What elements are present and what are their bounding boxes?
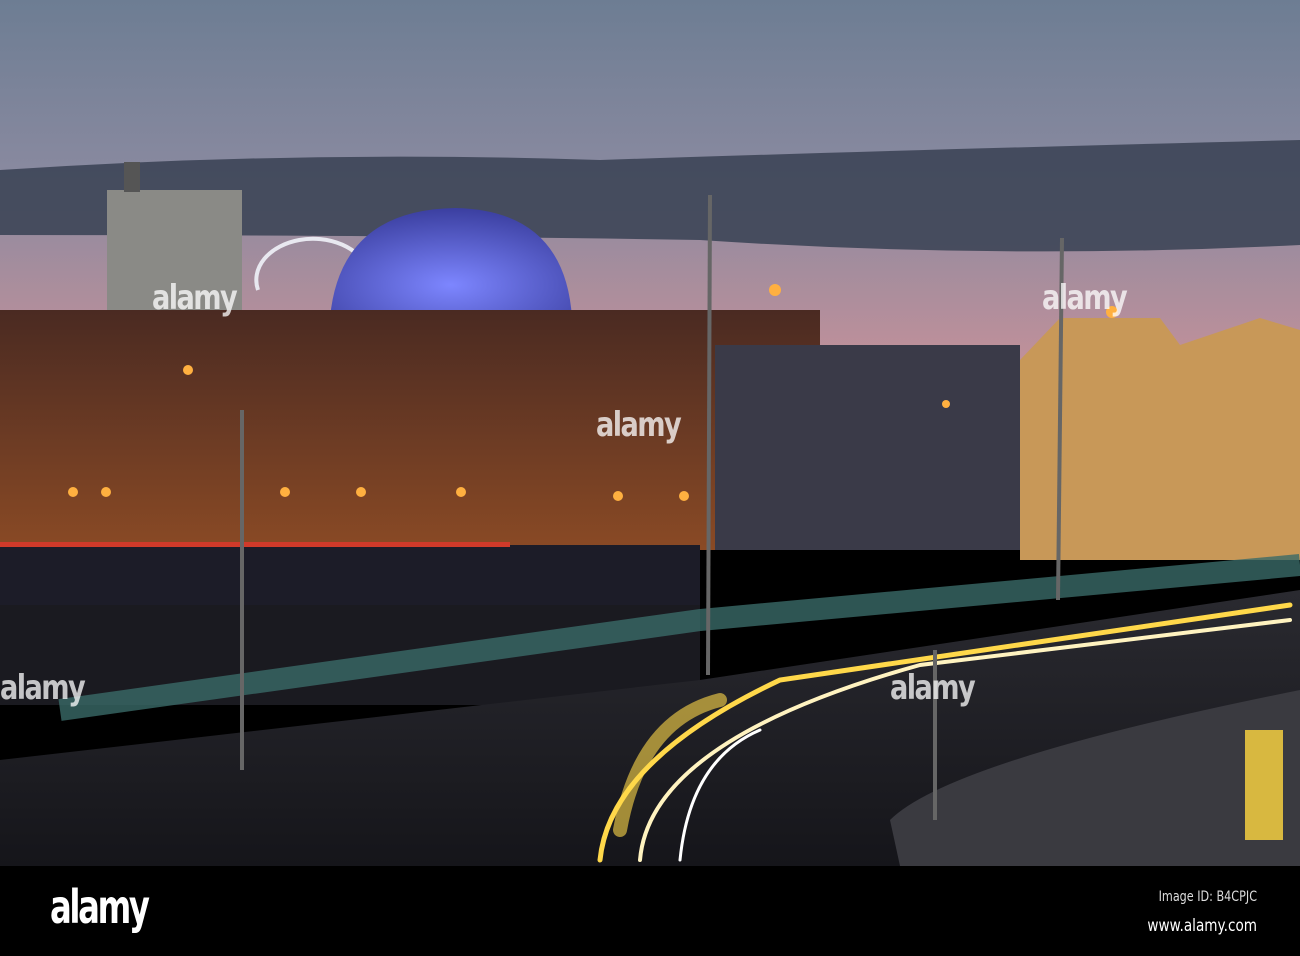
- photo-frame: alamy alamy alamy alamy alamy alamy Imag…: [0, 0, 1300, 956]
- tower-mast: [124, 162, 140, 192]
- bridge-light-trail: [0, 542, 510, 547]
- watermark: alamy: [890, 668, 976, 708]
- river: [0, 605, 700, 705]
- watermark: alamy: [0, 668, 86, 708]
- bollard: [1245, 730, 1283, 840]
- footer-bar: alamy Image ID: B4CPJC www.alamy.com: [0, 866, 1300, 956]
- bridge: [0, 545, 700, 605]
- brick-buildings: [0, 310, 820, 550]
- alamy-logo[interactable]: alamy: [50, 880, 150, 934]
- watermark: alamy: [1042, 278, 1128, 318]
- warehouse: [715, 345, 1020, 550]
- image-id: Image ID: B4CPJC: [1158, 889, 1257, 905]
- site-url[interactable]: www.alamy.com: [1147, 916, 1257, 936]
- watermark: alamy: [596, 405, 682, 445]
- watermark: alamy: [152, 278, 238, 318]
